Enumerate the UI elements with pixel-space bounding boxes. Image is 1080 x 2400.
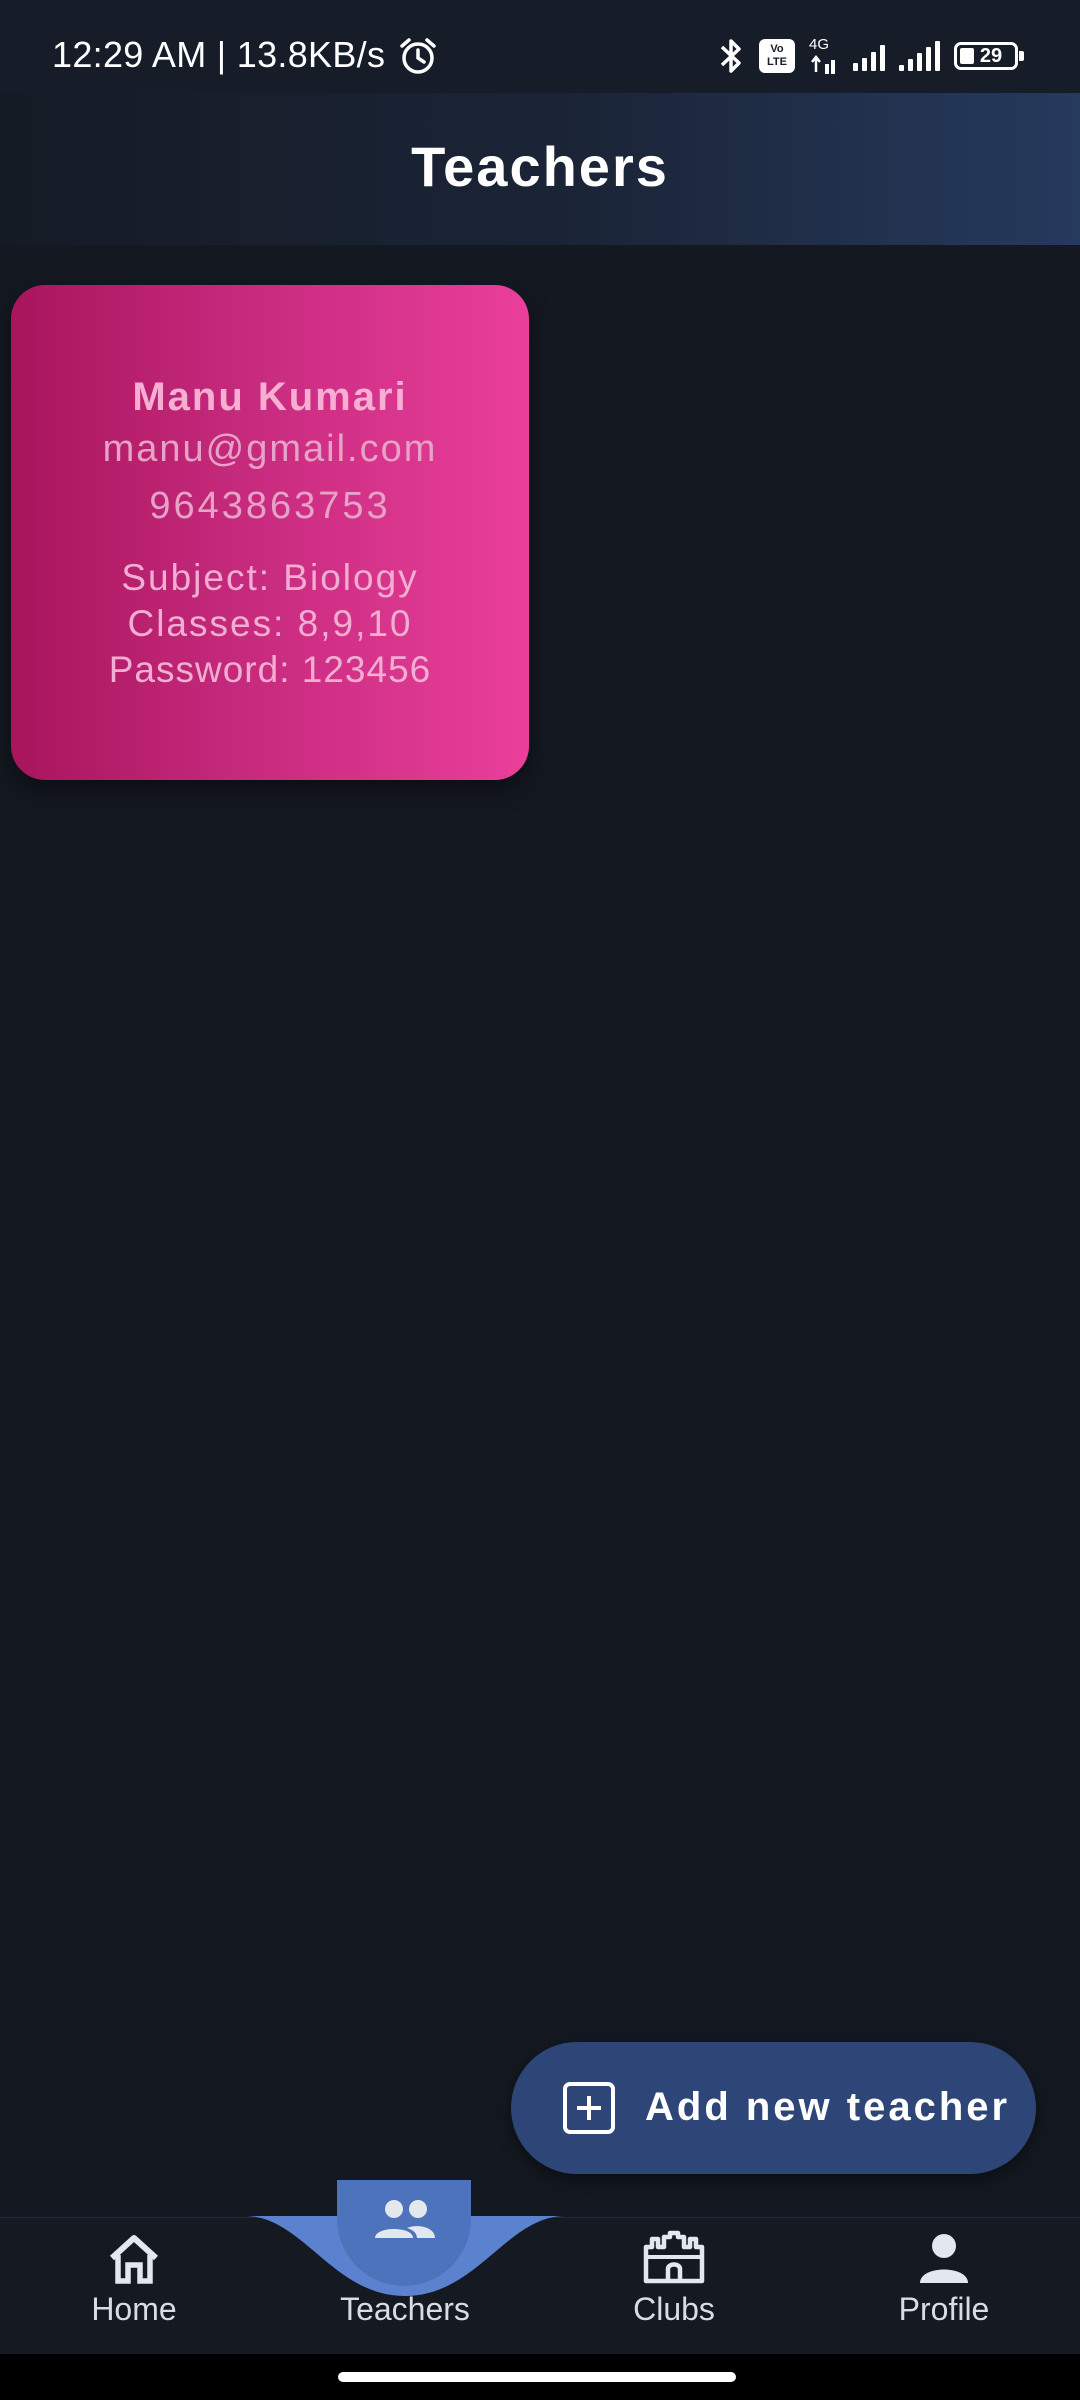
bluetooth-icon xyxy=(720,39,741,73)
add-box-icon xyxy=(563,2082,615,2134)
teacher-email: manu@gmail.com xyxy=(102,428,438,470)
volte-icon: Vo LTE xyxy=(759,39,795,73)
nav-item-teachers[interactable]: Teachers xyxy=(330,2217,480,2354)
status-bar: 12:29 AM | 13.8KB/s Vo LTE 4G 29 xyxy=(0,0,1080,93)
status-icons: Vo LTE 4G 29 xyxy=(717,34,1024,78)
screen: 12:29 AM | 13.8KB/s Vo LTE 4G 29 Teacher… xyxy=(0,0,1080,2400)
castle-icon xyxy=(643,2230,705,2284)
nav-label-home: Home xyxy=(91,2291,177,2327)
network-type-label: 4G xyxy=(809,36,830,53)
nav-label-profile: Profile xyxy=(898,2291,990,2327)
app-bar: Teachers xyxy=(0,93,1080,245)
person-icon xyxy=(920,2234,968,2283)
teacher-card[interactable]: Manu Kumari manu@gmail.com 9643863753 Su… xyxy=(11,285,529,780)
teacher-phone: 9643863753 xyxy=(149,485,391,527)
nav-item-home[interactable]: Home xyxy=(64,2217,204,2354)
network-type: 4G xyxy=(809,36,839,76)
nav-item-clubs[interactable]: Clubs xyxy=(604,2217,744,2354)
add-teacher-label: Add new teacher xyxy=(645,2085,1011,2129)
signal-strength-2-icon xyxy=(899,41,940,71)
teacher-name: Manu Kumari xyxy=(132,375,408,419)
teacher-classes: Classes: 8,9,10 xyxy=(127,603,413,644)
nav-label-clubs: Clubs xyxy=(633,2291,715,2327)
battery-icon: 29 xyxy=(954,42,1024,70)
add-teacher-button[interactable]: Add new teacher xyxy=(511,2042,1036,2174)
home-gesture-handle[interactable] xyxy=(338,2372,736,2382)
teacher-password: Password: 123456 xyxy=(108,649,432,690)
home-icon xyxy=(109,2235,159,2284)
nav-label-teachers: Teachers xyxy=(340,2291,470,2327)
alarm-clock-icon xyxy=(400,38,436,74)
data-arrows-icon xyxy=(811,54,835,74)
page-title: Teachers xyxy=(411,134,669,198)
teacher-subject: Subject: Biology xyxy=(121,557,419,598)
battery-level: 29 xyxy=(979,44,1003,67)
signal-strength-1-icon xyxy=(853,41,885,71)
status-time: 12:29 AM | 13.8KB/s xyxy=(52,34,386,75)
nav-item-profile[interactable]: Profile xyxy=(874,2217,1014,2354)
